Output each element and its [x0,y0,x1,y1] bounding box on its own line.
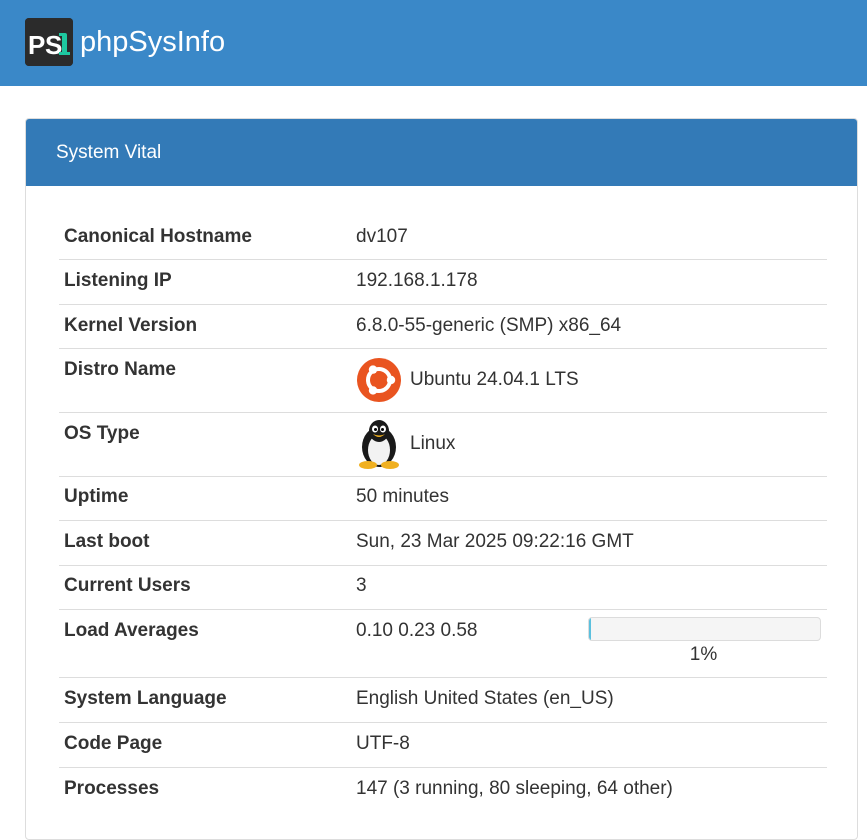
system-vital-panel: System Vital Canonical Hostname dv107 Li… [25,118,858,840]
load-progress-fill [589,618,592,640]
ubuntu-icon [356,357,402,403]
vital-row-language: System Language English United States (e… [59,678,827,723]
vital-row-codepage: Code Page UTF-8 [59,723,827,768]
uptime-value: 50 minutes [356,486,449,507]
app-title[interactable]: phpSysInfo [80,24,225,60]
distro-label: Distro Name [64,359,176,380]
kernel-label: Kernel Version [64,315,198,336]
users-value: 3 [356,575,367,596]
load-value: 0.10 0.23 0.58 [356,620,478,641]
load-label: Load Averages [64,620,199,641]
vital-row-ip: Listening IP 192.168.1.178 [59,260,827,305]
hostname-value: dv107 [356,226,408,247]
users-label: Current Users [64,575,191,596]
load-percent-text: 1% [689,644,718,665]
codepage-value: UTF-8 [356,733,410,754]
vital-row-load: Load Averages 0.10 0.23 0.58 1% [59,610,827,678]
svg-text:P: P [28,30,45,60]
vital-row-users: Current Users 3 [59,566,827,610]
psi-logo-icon[interactable]: P S [25,18,73,66]
language-value: English United States (en_US) [356,688,614,709]
vital-row-lastboot: Last boot Sun, 23 Mar 2025 09:22:16 GMT [59,521,827,566]
lastboot-value: Sun, 23 Mar 2025 09:22:16 GMT [356,531,634,552]
uptime-label: Uptime [64,486,129,507]
vital-row-kernel: Kernel Version 6.8.0-55-generic (SMP) x8… [59,305,827,349]
ostype-label: OS Type [64,423,140,444]
vital-row-uptime: Uptime 50 minutes [59,477,827,521]
tux-penguin-icon [356,419,402,469]
panel-heading[interactable]: System Vital [26,119,857,186]
codepage-label: Code Page [64,733,163,754]
ip-value: 192.168.1.178 [356,270,478,291]
vital-row-processes: Processes 147 (3 running, 80 sleeping, 6… [59,768,827,812]
processes-value: 147 (3 running, 80 sleeping, 64 other) [356,778,673,799]
top-navbar: P S phpSysInfo [0,0,867,86]
ostype-value: Linux [410,433,456,454]
hostname-label: Canonical Hostname [64,226,252,247]
vital-row-hostname: Canonical Hostname dv107 [59,216,827,260]
load-progress-bar [588,617,821,641]
panel-title[interactable]: System Vital [56,141,161,165]
lastboot-label: Last boot [64,531,150,552]
distro-value: Ubuntu 24.04.1 LTS [410,369,579,390]
ip-label: Listening IP [64,270,172,291]
vital-row-ostype: OS Type Linux [59,413,827,477]
vital-row-distro: Distro Name Ubuntu 24.04.1 LTS [59,349,827,413]
processes-label: Processes [64,778,160,799]
language-label: System Language [64,688,227,709]
kernel-value: 6.8.0-55-generic (SMP) x86_64 [356,315,622,336]
